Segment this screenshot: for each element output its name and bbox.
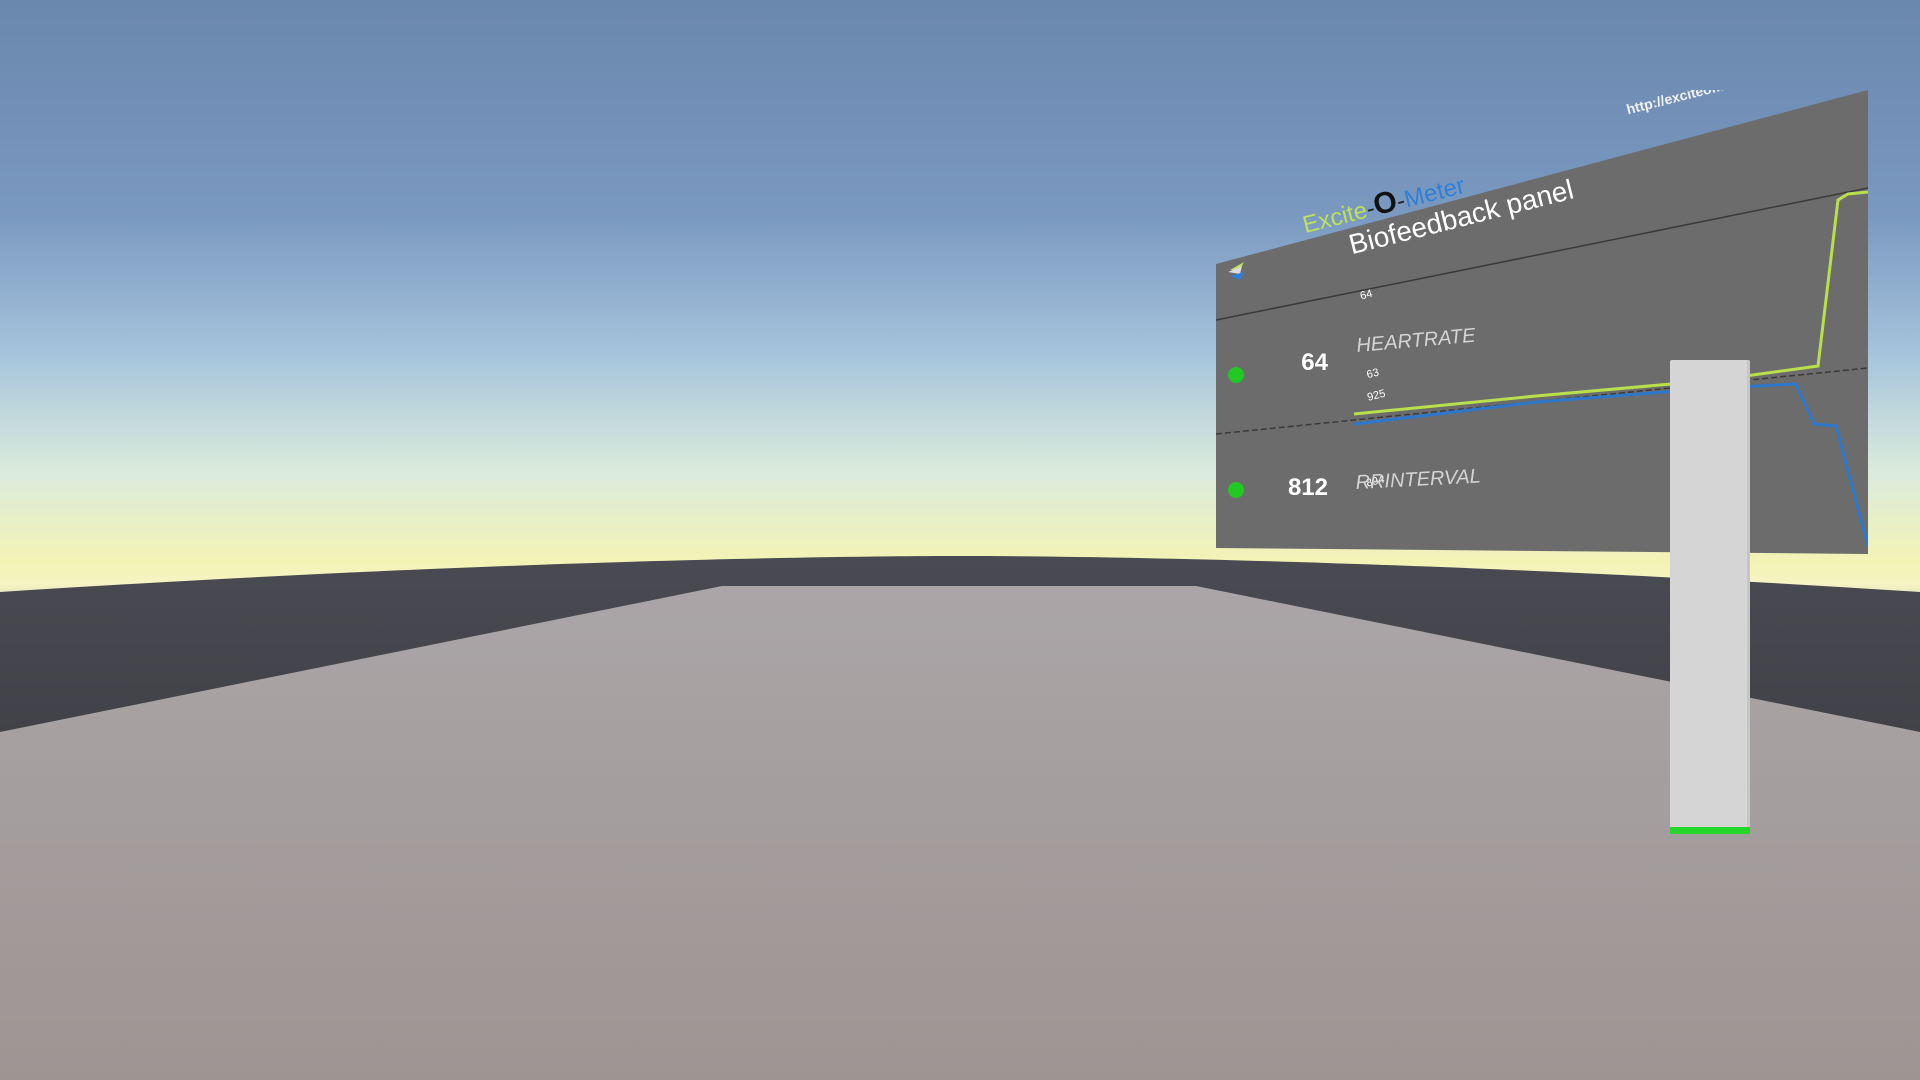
heartrate-value: 64 (1301, 349, 1328, 376)
indicator-bar (1670, 360, 1750, 834)
heartrate-status-indicator (1228, 367, 1244, 383)
rrinterval-status-indicator (1228, 482, 1244, 498)
biofeedback-panel: Excite-O-Meter Biofeedback panel http://… (1216, 90, 1868, 554)
rrinterval-value: 812 (1288, 474, 1328, 501)
vr-scene: Excite-O-Meter Biofeedback panel http://… (0, 0, 1920, 1080)
indicator-bar-fill (1670, 826, 1750, 834)
panel-url[interactable]: http://exciteometer.eu (1625, 90, 1769, 117)
